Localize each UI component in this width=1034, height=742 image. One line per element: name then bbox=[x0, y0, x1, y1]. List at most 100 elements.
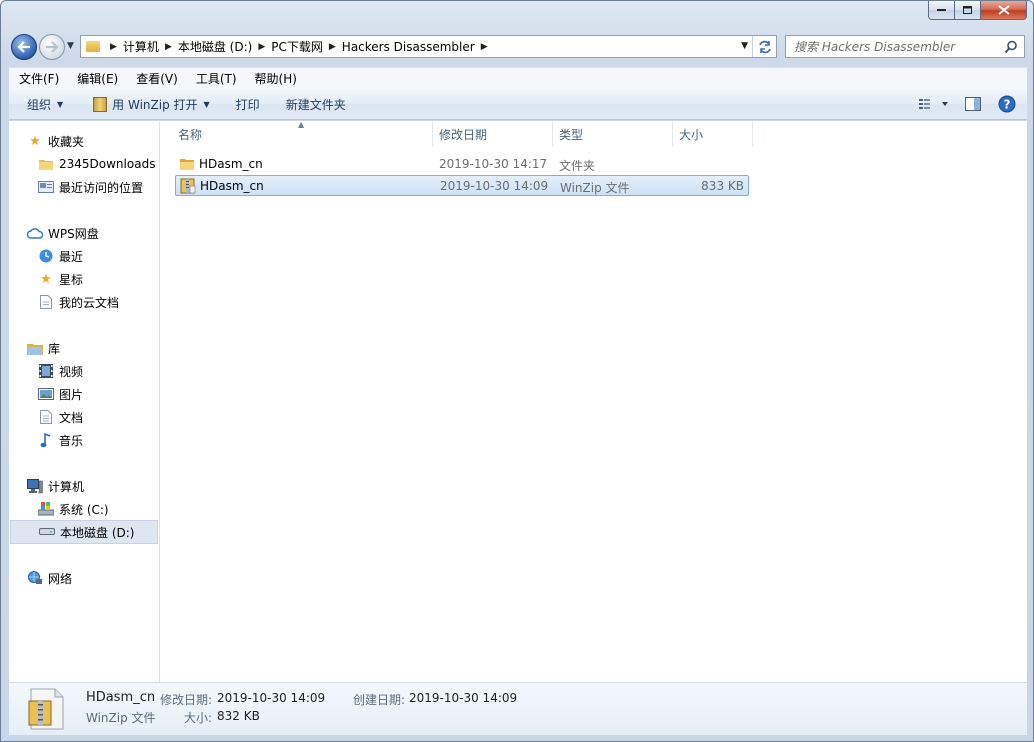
sidebar-item-label: 视频 bbox=[59, 364, 84, 379]
sidebar-wps-cloud[interactable]: WPS网盘 bbox=[27, 222, 99, 244]
sidebar-computer-label: 计算机 bbox=[48, 479, 85, 494]
sidebar-libraries[interactable]: 库 bbox=[27, 337, 60, 359]
preview-pane-button[interactable] bbox=[961, 92, 985, 116]
close-button[interactable] bbox=[981, 1, 1027, 20]
column-header-date-label: 修改日期 bbox=[439, 127, 488, 142]
details-file-type: WinZip 文件 bbox=[86, 711, 156, 725]
sidebar-item-starred[interactable]: ★ 星标 bbox=[38, 268, 83, 290]
search-box bbox=[785, 35, 1025, 58]
chevron-right-icon[interactable]: ▶ bbox=[258, 42, 265, 52]
maximize-button[interactable] bbox=[955, 1, 981, 20]
breadcrumb-separator[interactable]: ▶ bbox=[104, 42, 123, 52]
sidebar-item-label: 音乐 bbox=[59, 433, 84, 448]
menu-bar: 文件(F) 编辑(E) 查看(V) 工具(T) 帮助(H) bbox=[9, 67, 1027, 89]
address-dropdown-icon[interactable]: ▼ bbox=[741, 41, 748, 51]
file-name: HDasm_cn bbox=[200, 179, 264, 193]
chevron-right-icon[interactable]: ▶ bbox=[329, 42, 336, 52]
breadcrumb-hackers-disassembler[interactable]: Hackers Disassembler bbox=[342, 40, 475, 54]
sidebar-item-pictures[interactable]: 图片 bbox=[38, 383, 83, 405]
sidebar-item-label: 图片 bbox=[59, 387, 84, 402]
details-created-value: 2019-10-30 14:09 bbox=[409, 691, 518, 705]
menu-tools[interactable]: 工具(T) bbox=[186, 70, 245, 87]
winzip-icon bbox=[93, 96, 108, 112]
file-date: 2019-10-30 14:09 bbox=[440, 179, 549, 193]
sidebar-favorites[interactable]: ★ 收藏夹 bbox=[27, 130, 84, 152]
details-file-name: HDasm_cn bbox=[86, 690, 156, 705]
preview-pane-icon bbox=[965, 97, 981, 111]
network-icon bbox=[27, 570, 43, 586]
column-header-type-label: 类型 bbox=[559, 127, 584, 142]
open-with-winzip-button[interactable]: 用 WinZip 打开 ▼ bbox=[84, 92, 219, 116]
file-row-zip[interactable]: HDasm_cn 2019-10-30 14:09 WinZip 文件 833 … bbox=[175, 175, 749, 196]
sidebar-item-label: 系统 (C:) bbox=[59, 502, 109, 517]
breadcrumb-pc-download[interactable]: PC下载网 bbox=[271, 38, 323, 55]
search-icon[interactable] bbox=[1004, 40, 1018, 54]
recent-pages-dropdown[interactable]: ▼ bbox=[67, 41, 74, 51]
drive-icon bbox=[39, 524, 55, 540]
folder-icon bbox=[38, 156, 54, 172]
address-bar[interactable]: ▶ 计算机 ▶ 本地磁盘 (D:) ▶ PC下载网 ▶ Hackers Disasse… bbox=[80, 35, 777, 58]
film-icon bbox=[38, 363, 54, 379]
sidebar-item-2345downloads[interactable]: 2345Downloads bbox=[38, 153, 155, 175]
details-size-value: 832 KB bbox=[217, 709, 260, 723]
menu-help[interactable]: 帮助(H) bbox=[245, 70, 305, 87]
sidebar-item-my-cloud-docs[interactable]: 我的云文档 bbox=[38, 291, 119, 313]
music-note-icon bbox=[38, 432, 54, 448]
column-header-date[interactable]: 修改日期 bbox=[434, 121, 553, 147]
sidebar-item-drive-d[interactable]: 本地磁盘 (D:) bbox=[10, 520, 158, 544]
clock-icon bbox=[38, 248, 54, 264]
sidebar-computer[interactable]: 计算机 bbox=[27, 475, 84, 497]
menu-view[interactable]: 查看(V) bbox=[126, 70, 186, 87]
help-button[interactable]: ? bbox=[995, 92, 1019, 116]
breadcrumb-computer[interactable]: 计算机 bbox=[123, 38, 159, 55]
chevron-down-icon: ▼ bbox=[203, 99, 210, 109]
cloud-icon bbox=[27, 225, 43, 241]
sidebar-item-label: 2345Downloads bbox=[59, 157, 156, 171]
sidebar-item-documents[interactable]: 文档 bbox=[38, 406, 83, 428]
sidebar-item-recent[interactable]: 最近 bbox=[38, 245, 83, 267]
maximize-icon bbox=[962, 5, 972, 14]
file-row-folder[interactable]: HDasm_cn 2019-10-30 14:17 文件夹 bbox=[175, 154, 749, 175]
print-button[interactable]: 打印 bbox=[227, 92, 269, 116]
column-header-size[interactable]: 大小 bbox=[674, 121, 753, 147]
sidebar-network[interactable]: 网络 bbox=[27, 567, 72, 589]
view-list-icon bbox=[919, 99, 948, 109]
computer-icon bbox=[27, 478, 43, 494]
folder-icon bbox=[86, 41, 100, 52]
open-with-label: 用 WinZip 打开 bbox=[112, 97, 198, 112]
search-input[interactable] bbox=[794, 39, 1004, 54]
new-folder-button[interactable]: 新建文件夹 bbox=[277, 92, 355, 116]
forward-button[interactable] bbox=[39, 34, 65, 60]
star-icon: ★ bbox=[29, 133, 41, 149]
sidebar-item-recent-places[interactable]: 最近访问的位置 bbox=[38, 176, 143, 198]
caption-buttons bbox=[928, 1, 1027, 20]
details-modified-value: 2019-10-30 14:09 bbox=[217, 691, 326, 705]
chevron-right-icon[interactable]: ▶ bbox=[481, 42, 488, 52]
sidebar-item-videos[interactable]: 视频 bbox=[38, 360, 83, 382]
refresh-icon bbox=[758, 40, 771, 53]
change-view-button[interactable] bbox=[915, 92, 951, 116]
file-type: WinZip 文件 bbox=[560, 181, 630, 195]
menu-file[interactable]: 文件(F) bbox=[9, 70, 67, 87]
column-header-type[interactable]: 类型 bbox=[554, 121, 673, 147]
details-created-label: 创建日期: bbox=[353, 693, 406, 707]
sidebar-item-music[interactable]: 音乐 bbox=[38, 429, 83, 451]
sidebar-item-label: 我的云文档 bbox=[59, 295, 120, 310]
sidebar-item-label: 最近 bbox=[59, 249, 84, 264]
back-button[interactable] bbox=[11, 34, 37, 60]
document-icon bbox=[38, 409, 54, 425]
sort-up-icon: ▲ bbox=[298, 120, 305, 129]
chevron-right-icon[interactable]: ▶ bbox=[165, 42, 172, 52]
breadcrumb-drive-d[interactable]: 本地磁盘 (D:) bbox=[178, 38, 252, 55]
file-list: 名称 ▲ 修改日期 类型 大小 HDasm_cn 2019-10-30 14:1… bbox=[160, 120, 1027, 682]
organize-button[interactable]: 组织 ▼ bbox=[18, 92, 72, 116]
sidebar-item-drive-c[interactable]: 系统 (C:) bbox=[38, 498, 109, 520]
column-header-name-label: 名称 bbox=[178, 127, 203, 142]
refresh-button[interactable] bbox=[752, 36, 776, 57]
picture-icon bbox=[38, 386, 54, 402]
system-drive-icon bbox=[38, 501, 54, 517]
minimize-button[interactable] bbox=[928, 1, 955, 20]
sidebar-libraries-label: 库 bbox=[48, 341, 61, 356]
menu-edit[interactable]: 编辑(E) bbox=[67, 70, 126, 87]
sidebar-network-label: 网络 bbox=[48, 571, 73, 586]
